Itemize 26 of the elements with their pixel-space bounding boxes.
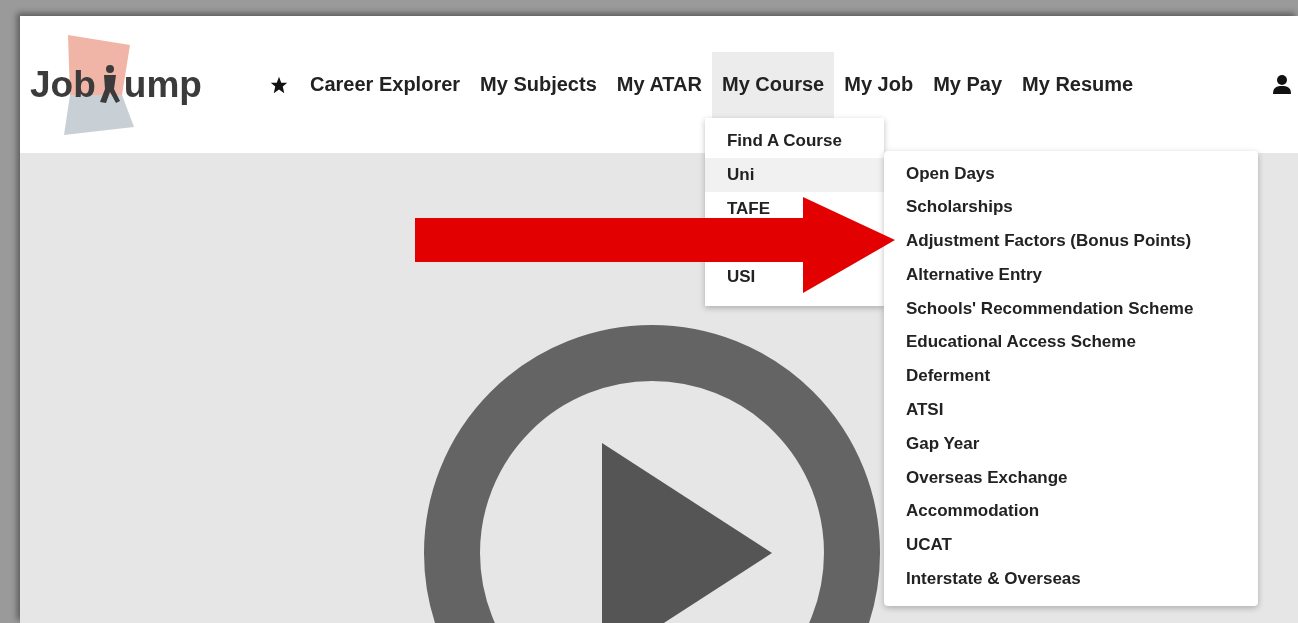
menu-item[interactable]: Find A Course [704, 123, 884, 158]
nav-link[interactable]: My Course [711, 51, 835, 118]
submenu-item[interactable]: Scholarships [883, 190, 1258, 225]
jobjump-logo[interactable]: Job ump [30, 34, 240, 135]
user-icon[interactable] [1272, 74, 1292, 94]
submenu-item[interactable]: Gap Year [883, 426, 1258, 461]
star-icon[interactable] [270, 75, 288, 94]
submenu-item[interactable]: Alternative Entry [883, 257, 1258, 292]
nav-link[interactable]: My ATAR [606, 51, 712, 118]
submenu-item[interactable]: Adjustment Factors (Bonus Points) [883, 224, 1258, 258]
submenu-item[interactable]: Educational Access Scheme [883, 325, 1258, 360]
nav-link[interactable]: My Subjects [470, 51, 607, 118]
nav-link[interactable]: Career Explorer [300, 51, 471, 118]
submenu-item[interactable]: Accommodation [883, 494, 1258, 529]
submenu-item[interactable]: Schools' Recommendation Scheme [883, 291, 1258, 326]
submenu-item[interactable]: Open Days [883, 156, 1258, 191]
nav-link[interactable]: My Resume [1012, 51, 1144, 118]
nav-link[interactable]: My Job [834, 51, 924, 118]
submenu-item[interactable]: UCAT [883, 528, 1258, 563]
nav-link[interactable]: My Pay [923, 51, 1013, 118]
submenu-item[interactable]: ATSI [883, 393, 1258, 427]
submenu-item[interactable]: Deferment [883, 359, 1258, 394]
submenu-item[interactable]: Overseas Exchange [883, 460, 1258, 495]
menu-item[interactable]: USI [704, 259, 884, 294]
submenu-item[interactable]: Interstate & Overseas [883, 562, 1258, 596]
menu-item[interactable]: Uni [704, 157, 884, 192]
